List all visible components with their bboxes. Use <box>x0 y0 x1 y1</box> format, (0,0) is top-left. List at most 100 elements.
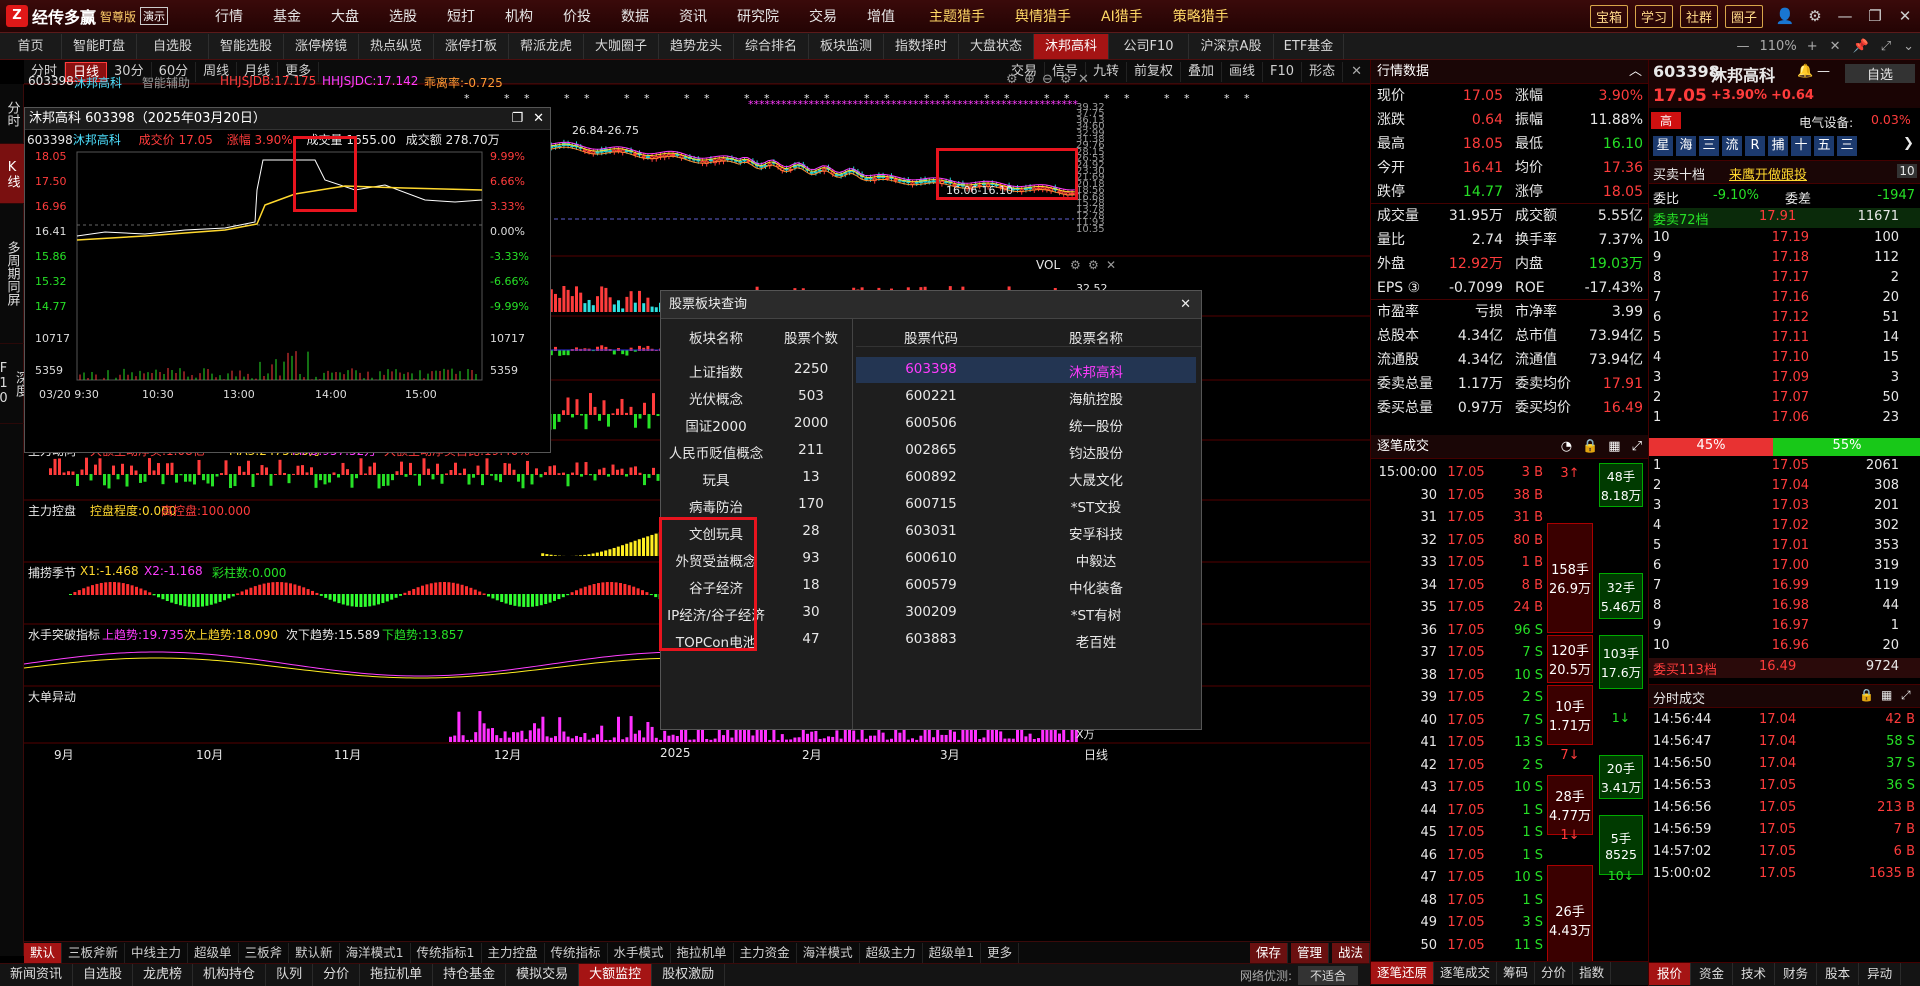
stock-name-1[interactable]: 海航控股 <box>1006 388 1186 408</box>
bottom-tab-10[interactable]: 股权激励 <box>652 964 726 986</box>
side-icon-1[interactable]: 海 <box>1676 136 1696 156</box>
stock-name-10[interactable]: 老百姓 <box>1006 631 1186 651</box>
gear-icon[interactable]: ⚙ <box>1800 7 1830 25</box>
zoom-out-icon[interactable]: — <box>1731 39 1756 54</box>
stock-code-8[interactable]: 600579 <box>856 577 1006 593</box>
tick-bottom-2[interactable]: 筹码 <box>1497 962 1536 984</box>
tick-expand-icon[interactable]: ⤢ <box>1626 435 1648 458</box>
indicator-14[interactable]: 超级主力 <box>860 942 923 963</box>
left-nav-2[interactable]: 多周期同屏 <box>0 204 24 344</box>
indicator-6[interactable]: 海洋模式1 <box>340 942 411 963</box>
sector-name-2[interactable]: 国证2000 <box>661 415 771 435</box>
left-nav-3[interactable]: 深度F10 <box>0 344 28 424</box>
demo-badge[interactable]: 演示 <box>140 7 169 25</box>
fs-expand-icon[interactable]: ⤢ <box>1901 688 1917 703</box>
chart-tool-3[interactable]: 前复权 <box>1127 61 1182 82</box>
stock-code-7[interactable]: 600610 <box>856 550 1006 566</box>
tab-11[interactable]: 板块监测 <box>809 33 884 59</box>
bottom-tab-1[interactable]: 自选股 <box>73 964 134 986</box>
dialog-close-icon[interactable]: ✕ <box>1170 291 1201 318</box>
bottom-tab-0[interactable]: 新闻资讯 <box>0 964 74 986</box>
menu-7[interactable]: 数据 <box>606 6 664 26</box>
tab-chevron-down-icon[interactable]: ⌄ <box>1897 39 1920 54</box>
chart-close-icon[interactable]: ✕ <box>1343 64 1370 79</box>
stock-code-0[interactable]: 603398 <box>856 361 1006 377</box>
tab-pin-icon[interactable]: 📌 <box>1847 39 1875 54</box>
indicator-9[interactable]: 传统指标 <box>545 942 608 963</box>
tick-bottom-3[interactable]: 分价 <box>1535 962 1574 984</box>
side-bottom-1[interactable]: 资金 <box>1691 963 1734 985</box>
menu-hl-1[interactable]: 舆情猎手 <box>1000 6 1086 26</box>
sector-name-3[interactable]: 人民币贬值概念 <box>661 442 771 462</box>
menu-5[interactable]: 机构 <box>490 6 548 26</box>
tick-filter-icon[interactable]: ◔ <box>1556 435 1577 458</box>
stock-name-9[interactable]: *ST有树 <box>1006 604 1186 624</box>
mini-maximize-icon[interactable]: ❐ <box>507 108 527 129</box>
tab-16[interactable]: 沪深京A股 <box>1189 33 1274 59</box>
chart-tool-4[interactable]: 叠加 <box>1181 61 1223 82</box>
menu-2[interactable]: 大盘 <box>316 6 374 26</box>
side-bottom-2[interactable]: 技术 <box>1733 963 1776 985</box>
indicator-13[interactable]: 海洋模式 <box>797 942 860 963</box>
fs-lock-icon[interactable]: 🔒 <box>1859 688 1875 702</box>
tick-config-icon[interactable]: ▦ <box>1603 435 1625 458</box>
network-value[interactable]: 不适合 <box>1297 965 1358 985</box>
stock-code-9[interactable]: 300209 <box>856 604 1006 620</box>
indicator-right-1[interactable]: 管理 <box>1290 942 1329 963</box>
side-icon-3[interactable]: 流 <box>1722 136 1742 156</box>
indicator-4[interactable]: 三板斧 <box>239 942 290 963</box>
stock-name-2[interactable]: 统一股份 <box>1006 415 1186 435</box>
chart-tool-6[interactable]: F10 <box>1263 61 1303 82</box>
menu-8[interactable]: 资讯 <box>664 6 722 26</box>
tab-plus-icon[interactable]: + <box>1801 39 1824 54</box>
sector-name-0[interactable]: 上证指数 <box>661 361 771 381</box>
menu-hl-2[interactable]: AI猎手 <box>1086 6 1158 26</box>
indicator-12[interactable]: 主力资金 <box>734 942 797 963</box>
side-icon-2[interactable]: 三 <box>1699 136 1719 156</box>
side-bottom-0[interactable]: 报价 <box>1649 963 1692 985</box>
chart-tool-5[interactable]: 画线 <box>1222 61 1264 82</box>
indicator-10[interactable]: 水手模式 <box>608 942 671 963</box>
tab-8[interactable]: 大咖圈子 <box>584 33 659 59</box>
tick-lock-icon[interactable]: 🔒 <box>1577 435 1603 458</box>
indicator-11[interactable]: 拖拉机单 <box>671 942 734 963</box>
tab-5[interactable]: 热点纵览 <box>359 33 434 59</box>
tab-12[interactable]: 指数择时 <box>884 33 959 59</box>
tab-17[interactable]: ETF基金 <box>1274 33 1344 59</box>
top-button-3[interactable]: 圈子 <box>1724 4 1763 28</box>
bottom-tab-4[interactable]: 队列 <box>266 964 314 986</box>
top-button-1[interactable]: 学习 <box>1634 4 1673 28</box>
mini-close-icon[interactable]: ✕ <box>527 108 550 129</box>
side-bottom-3[interactable]: 财务 <box>1775 963 1818 985</box>
bottom-tab-6[interactable]: 拖拉机单 <box>360 964 434 986</box>
stock-code-3[interactable]: 002865 <box>856 442 1006 458</box>
stock-name-3[interactable]: 钧达股份 <box>1006 442 1186 462</box>
top-button-2[interactable]: 社群 <box>1679 4 1718 28</box>
indicator-1[interactable]: 三板斧新 <box>62 942 126 963</box>
collapse-icon[interactable]: ︿ <box>1629 60 1648 83</box>
chevron-icon[interactable]: ❯ <box>1903 136 1919 151</box>
chart-tool-2[interactable]: 九转 <box>1086 61 1127 82</box>
menu-hl-0[interactable]: 主题猎手 <box>914 6 1000 26</box>
stock-name-7[interactable]: 中毅达 <box>1006 550 1186 570</box>
tab-3[interactable]: 智能选股 <box>209 33 284 59</box>
minimize-icon[interactable]: — <box>1830 7 1860 25</box>
menu-9[interactable]: 研究院 <box>722 6 794 26</box>
indicator-8[interactable]: 主力控盘 <box>482 942 545 963</box>
self-select-button[interactable]: 自选 <box>1845 64 1915 83</box>
minus-icon[interactable]: — <box>1817 64 1833 79</box>
menu-4[interactable]: 短打 <box>432 6 490 26</box>
menu-0[interactable]: 行情 <box>200 6 258 26</box>
tab-2[interactable]: 自选股 <box>137 33 209 59</box>
stock-name-4[interactable]: 大晟文化 <box>1006 469 1186 489</box>
indicator-0[interactable]: 默认 <box>24 942 63 963</box>
side-icon-0[interactable]: 星 <box>1653 136 1673 156</box>
bottom-tab-9[interactable]: 大额监控 <box>579 964 653 986</box>
restore-icon[interactable]: ❐ <box>1860 7 1890 25</box>
top-button-0[interactable]: 宝箱 <box>1589 4 1628 28</box>
menu-6[interactable]: 价投 <box>548 6 606 26</box>
tick-bottom-1[interactable]: 逐笔成交 <box>1434 962 1498 984</box>
menu-hl-3[interactable]: 策略猎手 <box>1158 6 1244 26</box>
tab-expand-icon[interactable]: ⤢ <box>1875 39 1897 54</box>
close-icon[interactable]: ✕ <box>1890 7 1920 25</box>
